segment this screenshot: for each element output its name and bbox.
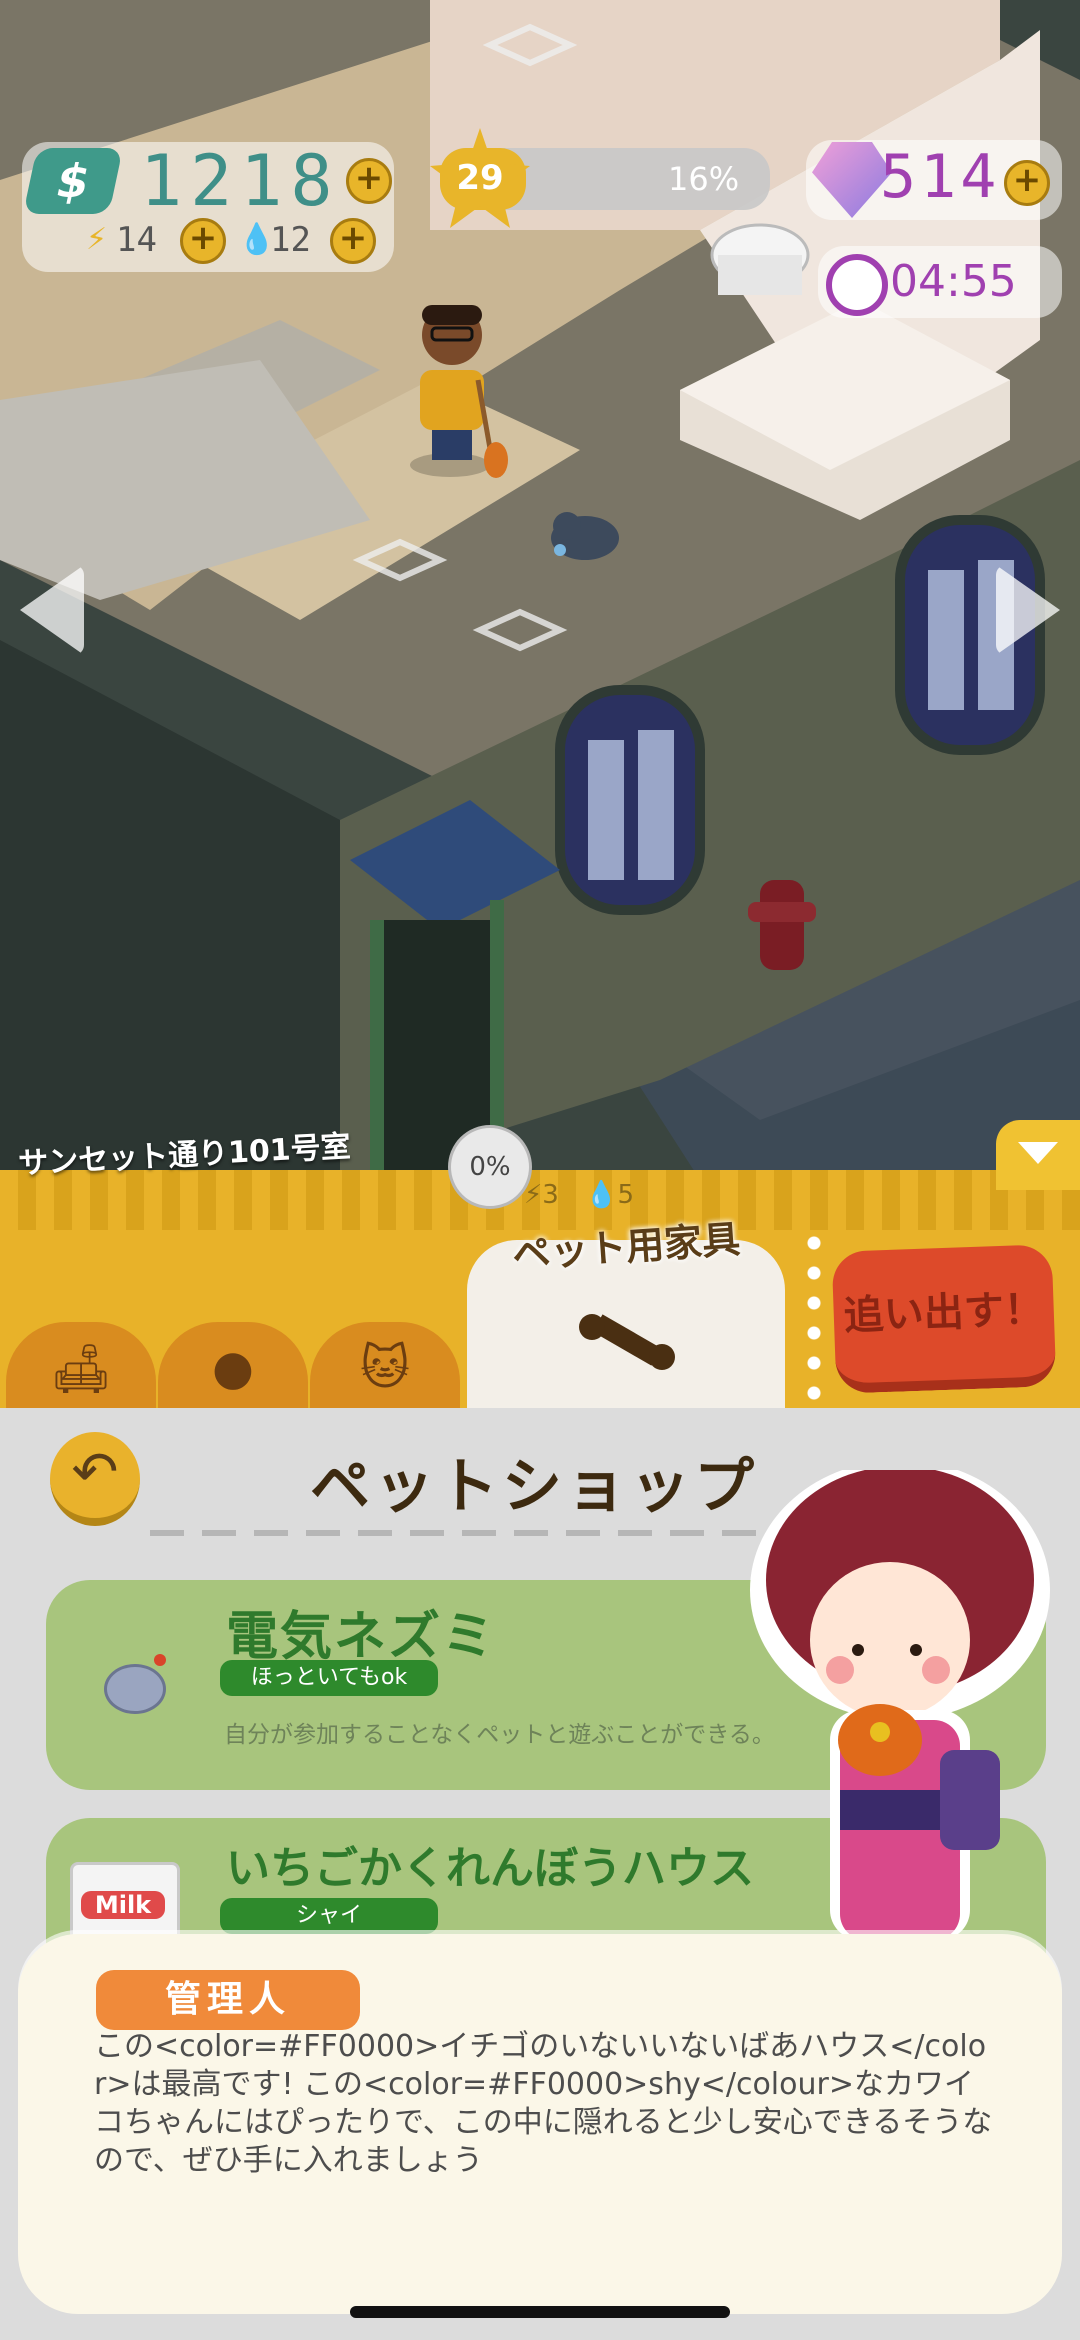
add-energy-button[interactable]: + [180,218,226,264]
room-progress: 0% [448,1125,532,1209]
energy-icon: ⚡ [86,222,108,257]
add-water-button[interactable]: + [330,218,376,264]
mouse-antenna-icon [154,1654,166,1666]
cat-icon: 🐱 [359,1340,411,1396]
water-cost: 5 [617,1180,634,1210]
bone-icon [579,1314,675,1370]
window [555,685,705,915]
back-button[interactable]: ↶ [50,1432,140,1526]
tab-furniture[interactable]: 🛋 [6,1322,156,1412]
dialogue-text: この<color=#FF0000>イチゴのいないいないばあハウス</color>… [94,2029,993,2178]
room-costs: ⚡3 💧5 [524,1180,634,1210]
cash-icon: $ [22,148,124,214]
title-divider [150,1530,770,1536]
ticket-dots [807,1228,821,1408]
home-indicator[interactable] [350,2306,730,2318]
tab-pet-furniture[interactable]: ペット用家具 [467,1217,785,1412]
back-arrow-icon: ↶ [71,1440,119,1505]
collapse-chevron-icon [1018,1142,1058,1164]
tab-pets[interactable]: 🐱 [310,1322,460,1412]
sofa-icon: 🛋 [50,1341,112,1397]
level-number: 29 [456,158,504,198]
electric-mouse-icon [104,1664,166,1714]
add-cash-button[interactable]: + [346,158,392,204]
item-tag: シャイ [220,1898,438,1934]
evict-button[interactable]: 追い出す！ [831,1244,1057,1394]
energy-value: 14 [116,220,157,260]
cash-value: 1218 [140,140,341,222]
shop-title: ペットショップ [310,1452,758,1522]
water-value: 12 [270,220,311,260]
level-progress-text: 16% [668,160,740,198]
energy-cost: 3 [542,1180,559,1210]
item-tag: ほっといてもok [220,1660,438,1696]
item-name: いちごかくれんぼうハウス [226,1843,754,1894]
milk-label: Milk [81,1891,165,1919]
collapse-panel-button[interactable] [996,1120,1080,1190]
clock-icon [826,254,888,316]
tab-decor[interactable]: ● [158,1322,308,1412]
water-cost-icon: 💧 [585,1180,618,1210]
speaker-name: 管理人 [96,1970,360,2030]
manager-character [740,1460,1070,1940]
item-name: 電気ネズミ [226,1607,497,1667]
gems-value: 514 [880,142,1001,212]
timer-text: 04:55 [890,256,1017,307]
decor-icon: ● [212,1340,254,1396]
energy-cost-icon: ⚡ [524,1180,543,1210]
add-gems-button[interactable]: + [1004,160,1050,206]
